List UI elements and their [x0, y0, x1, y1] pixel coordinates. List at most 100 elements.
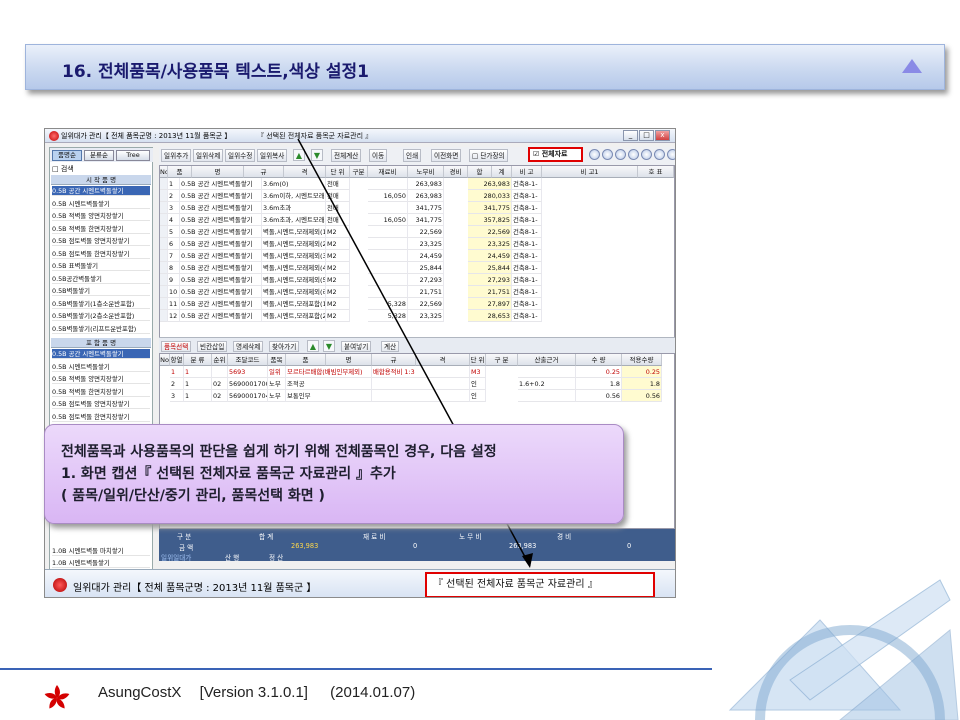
row-selector[interactable] [160, 190, 168, 202]
list-item[interactable]: 0.5B 적벽돌 양면치장쌓기 [52, 374, 150, 384]
column-header[interactable]: 분 류 [184, 354, 212, 366]
grid-cell[interactable]: 12 [168, 310, 180, 322]
calculate-all-button[interactable]: 전체계산 [331, 149, 362, 162]
detail-cell[interactable]: 02 [212, 390, 228, 402]
list-item[interactable]: 0.5B 적벽돌 한면치장쌓기 [52, 387, 150, 397]
grid-cell[interactable]: 357,825 [468, 214, 512, 226]
grid-cell[interactable]: 25,844 [408, 262, 444, 274]
grid-cell[interactable]: 0.5B 공간 시멘트벽돌쌓기 [180, 226, 262, 238]
grid-cell[interactable] [368, 274, 408, 286]
list-item[interactable]: 1.0B 시멘트벽돌쌓기 [52, 558, 150, 568]
grid-cell[interactable]: 7 [168, 250, 180, 262]
list-icon[interactable] [615, 149, 626, 160]
grid-cell[interactable]: 22,569 [408, 298, 444, 310]
grid-cell[interactable]: 3.6m(0) [262, 178, 326, 190]
grid-cell[interactable]: M2 [326, 310, 350, 322]
list-item[interactable]: 0.5B 적벽돌 양면치장쌓기 [52, 211, 150, 221]
grid-cell[interactable]: 0.5B 공간 시멘트벽돌쌓기 [180, 202, 262, 214]
list-item[interactable]: 0.5B 점토벽돌 양면치장쌓기 [52, 236, 150, 246]
row-selector[interactable] [160, 178, 168, 190]
detail-cell[interactable]: 배합용적비 1:3 [372, 366, 470, 378]
grid-cell[interactable]: 0.5B 공간 시멘트벽돌쌓기 [180, 298, 262, 310]
grid-cell[interactable]: 벽돌,시멘트,모래제외(4층소) [262, 262, 326, 274]
detail-cell[interactable]: 조적공 [286, 378, 372, 390]
column-header[interactable]: 순위 [212, 354, 228, 366]
settings-icon[interactable] [654, 149, 665, 160]
list-item[interactable]: 0.5B 점토벽돌 양면치장쌓기 [52, 399, 150, 409]
detail-cell[interactable] [372, 378, 470, 390]
grid-cell[interactable]: 341,775 [408, 202, 444, 214]
paste-button[interactable]: 붙여넣기 [341, 341, 372, 352]
grid-cell[interactable]: 23,325 [468, 238, 512, 250]
column-header[interactable]: 규 [244, 166, 284, 178]
grid-cell[interactable]: 16,050 [368, 214, 408, 226]
bottom-tab-1[interactable]: 일위일대가 [161, 552, 191, 562]
column-header[interactable]: 항열 [170, 354, 184, 366]
grid-cell[interactable] [368, 202, 408, 214]
unit-price-checkbox[interactable]: □ 단가장의 [469, 149, 508, 162]
grid-cell[interactable]: 0.5B 공간 시멘트벽돌쌓기 [180, 286, 262, 298]
list-item[interactable]: 0.5B 공간 시멘트벽돌쌓기 [52, 186, 150, 196]
list-item[interactable]: 0.5B 공간 시멘트벽돌쌓기 [52, 349, 150, 359]
grid-cell[interactable]: 6 [168, 238, 180, 250]
select-item-button[interactable]: 품목선택 [161, 341, 192, 352]
insert-row-button[interactable]: 빈칸삽입 [197, 341, 228, 352]
grid-cell[interactable]: 24,459 [468, 250, 512, 262]
detail-up-icon[interactable]: ▲ [307, 340, 319, 352]
grid-cell[interactable]: 22,569 [468, 226, 512, 238]
grid-cell[interactable]: 건축8-1- [512, 262, 542, 274]
column-header[interactable]: 호 표 [638, 166, 674, 178]
grid-cell[interactable] [368, 250, 408, 262]
grid-cell[interactable]: 5,328 [368, 310, 408, 322]
detail-cell[interactable]: 인 [470, 378, 486, 390]
row-selector[interactable] [160, 274, 168, 286]
sort-category-button[interactable]: 분류순 [84, 150, 114, 161]
grid-cell[interactable]: 9 [168, 274, 180, 286]
grid-cell[interactable]: 0.5B 공간 시멘트벽돌쌓기 [180, 250, 262, 262]
grid-cell[interactable]: 천매 [326, 214, 350, 226]
column-header[interactable]: 구 분 [486, 354, 518, 366]
column-header[interactable]: 품 [168, 166, 192, 178]
row-selector[interactable] [160, 286, 168, 298]
column-header[interactable]: 산출근거 [518, 354, 576, 366]
grid-cell[interactable]: 건축8-1- [512, 214, 542, 226]
list-item[interactable]: 0.5B 점토벽돌 한면치장쌓기 [52, 249, 150, 259]
column-header[interactable]: 계 [492, 166, 512, 178]
grid-cell[interactable]: 천매 [326, 178, 350, 190]
grid-cell[interactable]: 28,653 [468, 310, 512, 322]
row-selector[interactable] [160, 214, 168, 226]
detail-cell[interactable]: 1 [184, 378, 212, 390]
go-to-button[interactable]: 찾아가기 [269, 341, 300, 352]
row-selector[interactable] [160, 298, 168, 310]
minimize-button[interactable]: _ [623, 130, 638, 141]
previous-screen-button[interactable]: 이전화면 [431, 149, 462, 162]
row-selector[interactable] [160, 310, 168, 322]
grid-cell[interactable]: 0.5B 공간 시멘트벽돌쌓기 [180, 274, 262, 286]
delete-item-button[interactable]: 일위삭제 [193, 149, 224, 162]
move-down-icon[interactable]: ▼ [311, 149, 323, 161]
list-item[interactable]: 0.5B공간벽돌쌓기 [52, 274, 150, 284]
move-button[interactable]: 이동 [369, 149, 388, 162]
detail-cell[interactable]: 인 [470, 390, 486, 402]
grid-cell[interactable]: 3.6m초과, 시멘트모래포함 [262, 214, 326, 226]
column-header[interactable]: 품목 [268, 354, 286, 366]
close-button[interactable]: x [655, 130, 670, 141]
grid-cell[interactable]: 10 [168, 286, 180, 298]
detail-cell[interactable] [518, 366, 576, 378]
grid-cell[interactable]: 벽돌,시멘트,모래제외(3층소) [262, 250, 326, 262]
list-item[interactable]: 0.5B 시멘트벽돌쌓기 [52, 199, 150, 209]
grid-cell[interactable]: 건축8-1- [512, 226, 542, 238]
grid-cell[interactable]: 0.5B 공간 시멘트벽돌쌓기 [180, 178, 262, 190]
grid-cell[interactable]: 5 [168, 226, 180, 238]
detail-cell[interactable] [372, 390, 470, 402]
detail-cell[interactable]: 3 [170, 390, 184, 402]
grid-cell[interactable] [368, 226, 408, 238]
grid-cell[interactable]: 벽돌,시멘트,모래제외(2층소) [262, 238, 326, 250]
detail-cell[interactable]: 1.8 [576, 378, 622, 390]
nav-forward-icon[interactable] [602, 149, 613, 160]
copy-item-button[interactable]: 일위복사 [257, 149, 288, 162]
grid-cell[interactable]: 건축8-1- [512, 178, 542, 190]
grid-cell[interactable]: 벽돌,시멘트,모래제외(리프트) [262, 286, 326, 298]
detail-cell[interactable]: 노무 [268, 390, 286, 402]
grid-cell[interactable]: 3.6m초과 [262, 202, 326, 214]
